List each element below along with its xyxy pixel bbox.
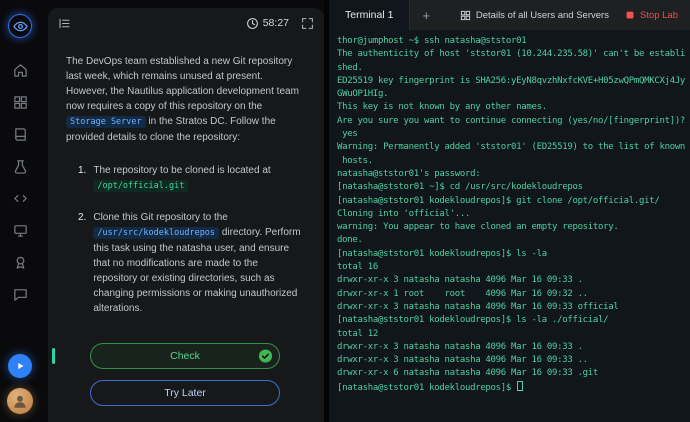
- terminal-line: total 16: [337, 261, 690, 274]
- task-item: 2.Clone this Git repository to the /usr/…: [78, 210, 304, 316]
- terminal-line: Warning: Permanently added 'ststor01' (E…: [337, 141, 690, 154]
- task-list: 1. The repository to be cloned is located…: [78, 163, 304, 332]
- details-link[interactable]: Details of all Users and Servers: [460, 10, 609, 21]
- action-buttons: Check Try Later: [66, 343, 304, 422]
- sidebar-icons: [8, 10, 32, 310]
- beaker-icon[interactable]: [8, 154, 32, 178]
- new-terminal-button[interactable]: +: [410, 8, 442, 23]
- terminal-line: [natasha@ststor01 kodekloudrepos]$ ls -l…: [337, 248, 690, 261]
- terminal-output[interactable]: thor@jumphost ~$ ssh natasha@ststor01The…: [329, 30, 690, 422]
- terminal-line: drwxr-xr-x 3 natasha natasha 4096 Mar 16…: [337, 354, 690, 367]
- description-text: The DevOps team established a new Git re…: [66, 56, 299, 112]
- terminal-tab[interactable]: Terminal 1: [329, 0, 410, 30]
- details-label: Details of all Users and Servers: [476, 10, 609, 21]
- terminal-line: warning: You appear to have cloned an em…: [337, 221, 690, 234]
- award-icon[interactable]: [8, 250, 32, 274]
- lab-timer: 58:27: [246, 17, 289, 30]
- stop-lab-button[interactable]: Stop Lab: [625, 10, 678, 21]
- terminal-cursor: [517, 381, 523, 391]
- terminal-header-right: Details of all Users and Servers Stop La…: [460, 10, 690, 21]
- terminal-line: This key is not known by any other names…: [337, 101, 690, 114]
- terminal-line: drwxr-xr-x 1 root root 4096 Mar 16 09:32…: [337, 288, 690, 301]
- chat-icon[interactable]: [8, 282, 32, 306]
- user-avatar[interactable]: [7, 388, 33, 414]
- terminal-line: total 12: [337, 328, 690, 341]
- toc-menu-icon[interactable]: [58, 17, 71, 30]
- question-panel: 58:27 The DevOps team established a new …: [48, 8, 324, 422]
- terminal-line: drwxr-xr-x 3 natasha natasha 4096 Mar 16…: [337, 341, 690, 354]
- monitor-icon[interactable]: [8, 218, 32, 242]
- play-button[interactable]: [8, 354, 32, 378]
- check-button[interactable]: Check: [90, 343, 280, 369]
- task-text: The repository to be cloned is located a…: [93, 163, 304, 194]
- terminal-panel: Terminal 1 + Details of all Users and Se…: [329, 0, 690, 422]
- terminal-line: yes: [337, 128, 690, 141]
- terminal-header: Terminal 1 + Details of all Users and Se…: [329, 0, 690, 30]
- terminal-line: [natasha@ststor01 kodekloudrepos]$: [337, 381, 690, 395]
- timer-value: 58:27: [263, 17, 289, 29]
- terminal-line: [natasha@ststor01 kodekloudrepos]$ ls -l…: [337, 314, 690, 327]
- stop-icon: [625, 10, 635, 20]
- app-root: 58:27 The DevOps team established a new …: [0, 0, 690, 422]
- task-text-pre: Clone this Git repository to the: [93, 212, 228, 223]
- terminal-line: GWuOP1HIg.: [337, 88, 690, 101]
- task-text-post: directory. Perform this task using the n…: [93, 227, 300, 314]
- try-later-button[interactable]: Try Later: [90, 380, 280, 406]
- terminal-line: drwxr-xr-x 3 natasha natasha 4096 Mar 16…: [337, 301, 690, 314]
- stop-lab-label: Stop Lab: [640, 10, 678, 21]
- terminal-line: hosts.: [337, 155, 690, 168]
- terminal-line: natasha@ststor01's password:: [337, 168, 690, 181]
- terminal-line: drwxr-xr-x 6 natasha natasha 4096 Mar 16…: [337, 367, 690, 380]
- storage-server-chip: Storage Server: [66, 116, 146, 128]
- terminal-line: The authenticity of host 'ststor01 (10.2…: [337, 48, 690, 61]
- task-item: 1. The repository to be cloned is located…: [78, 163, 304, 194]
- terminal-line: ED25519 key fingerprint is SHA256:yEyN8q…: [337, 75, 690, 88]
- book-icon[interactable]: [8, 122, 32, 146]
- task-text-pre: The repository to be cloned is located a…: [93, 165, 270, 176]
- terminal-tab-label: Terminal 1: [345, 9, 393, 21]
- terminal-line: shed.: [337, 62, 690, 75]
- terminal-line: Are you sure you want to continue connec…: [337, 115, 690, 128]
- try-later-label: Try Later: [164, 387, 206, 399]
- task-text: Clone this Git repository to the /usr/sr…: [93, 210, 304, 316]
- sidebar: [0, 0, 40, 422]
- terminal-line: done.: [337, 234, 690, 247]
- task-number: 2.: [78, 210, 86, 316]
- check-circle-icon: [258, 349, 273, 364]
- task-number: 1.: [78, 163, 86, 194]
- grid-icon: [460, 10, 471, 21]
- terminal-line: [natasha@ststor01 ~]$ cd /usr/src/kodekl…: [337, 181, 690, 194]
- task-description: The DevOps team established a new Git re…: [66, 54, 304, 145]
- terminal-line: drwxr-xr-x 3 natasha natasha 4096 Mar 16…: [337, 274, 690, 287]
- expand-icon[interactable]: [301, 17, 314, 30]
- code-chip: /opt/official.git: [93, 180, 188, 192]
- check-button-label: Check: [170, 350, 200, 362]
- clock-icon: [246, 17, 259, 30]
- question-content: The DevOps team established a new Git re…: [48, 38, 324, 422]
- terminal-line: Cloning into 'official'...: [337, 208, 690, 221]
- question-topbar: 58:27: [48, 8, 324, 38]
- scrollbar-thumb[interactable]: [52, 348, 55, 364]
- home-icon[interactable]: [8, 58, 32, 82]
- code-chip: /usr/src/kodekloudrepos: [93, 227, 219, 239]
- code-icon[interactable]: [8, 186, 32, 210]
- terminal-line: [natasha@ststor01 kodekloudrepos]$ git c…: [337, 195, 690, 208]
- eye-icon[interactable]: [8, 14, 32, 38]
- grid-icon[interactable]: [8, 90, 32, 114]
- terminal-line: thor@jumphost ~$ ssh natasha@ststor01: [337, 35, 690, 48]
